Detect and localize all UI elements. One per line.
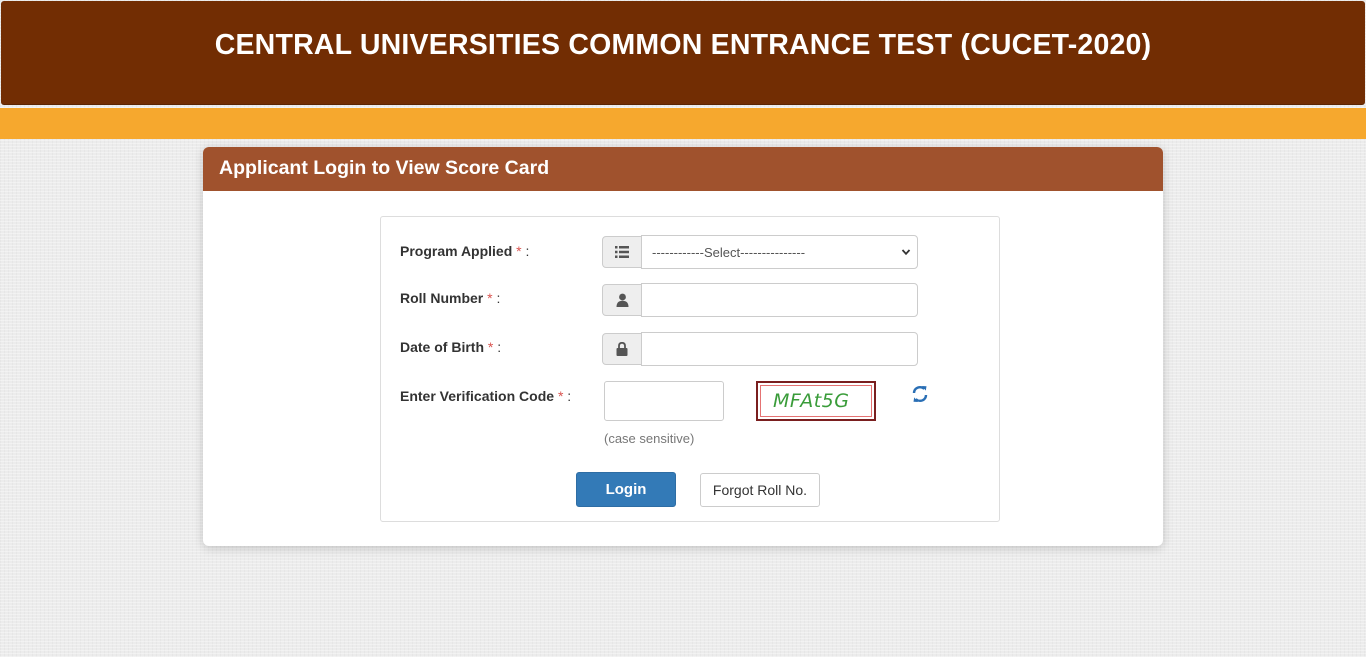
- verification-code-input[interactable]: [604, 381, 724, 421]
- login-panel: Applicant Login to View Score Card Progr…: [203, 147, 1163, 546]
- panel-title: Applicant Login to View Score Card: [203, 147, 1163, 191]
- login-form: Program Applied * : ------------Select--…: [380, 216, 1000, 522]
- dob-label: Date of Birth * :: [400, 339, 502, 355]
- program-select[interactable]: ------------Select---------------: [641, 235, 918, 269]
- required-mark: *: [487, 339, 494, 355]
- user-icon: [602, 284, 642, 316]
- captcha-image: MFAt5G: [756, 381, 876, 421]
- refresh-icon[interactable]: [911, 384, 929, 404]
- required-mark: *: [487, 290, 493, 306]
- captcha-text: MFAt5G: [760, 385, 872, 417]
- roll-number-label: Roll Number * :: [400, 290, 501, 306]
- site-header: CENTRAL UNIVERSITIES COMMON ENTRANCE TES…: [1, 1, 1365, 105]
- required-mark: *: [557, 388, 564, 404]
- site-title: CENTRAL UNIVERSITIES COMMON ENTRANCE TES…: [214, 29, 1152, 61]
- case-sensitive-hint: (case sensitive): [604, 431, 695, 446]
- forgot-roll-button[interactable]: Forgot Roll No.: [700, 473, 820, 507]
- program-label: Program Applied * :: [400, 243, 530, 259]
- required-mark: *: [516, 243, 522, 259]
- login-button[interactable]: Login: [576, 472, 676, 507]
- list-icon: [602, 236, 642, 268]
- chevron-down-icon: [901, 249, 911, 256]
- verification-label: Enter Verification Code * :: [400, 388, 572, 404]
- accent-band: [0, 108, 1366, 139]
- dob-input[interactable]: [641, 332, 918, 366]
- roll-number-input[interactable]: [641, 283, 918, 317]
- lock-icon: [602, 333, 642, 365]
